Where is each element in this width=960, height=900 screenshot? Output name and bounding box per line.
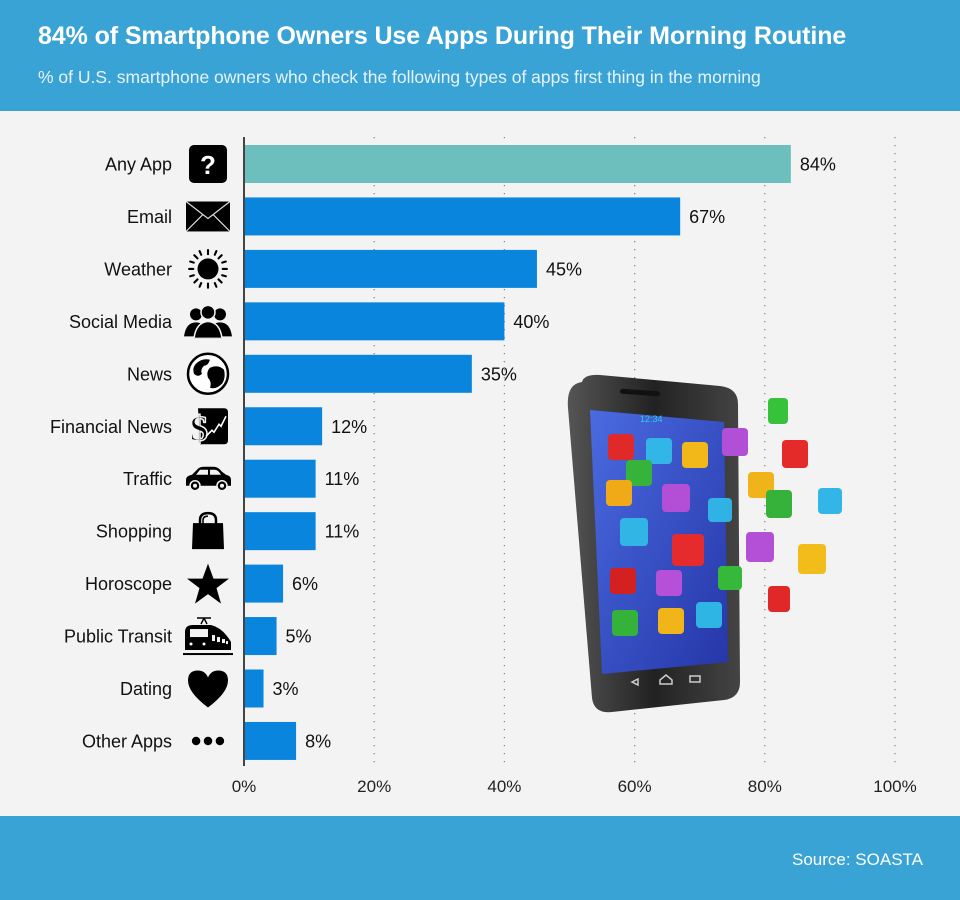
phone-body: 12:34 xyxy=(567,374,740,713)
category-label: Email xyxy=(127,207,172,227)
globe-icon xyxy=(186,352,230,396)
category-label: Weather xyxy=(104,259,172,279)
value-label: 3% xyxy=(273,679,299,699)
value-label: 11% xyxy=(325,522,360,542)
value-label: 35% xyxy=(481,364,517,384)
category-label: Other Apps xyxy=(82,731,172,751)
x-axis-ticks: 0% 20% 40% 60% 80% 100% xyxy=(232,777,917,796)
category-icons xyxy=(183,145,233,746)
envelope-icon xyxy=(186,201,230,232)
category-label: News xyxy=(127,364,172,384)
dollar-chart-icon xyxy=(189,407,229,449)
x-tick-label: 40% xyxy=(487,777,521,796)
car-icon xyxy=(185,465,232,492)
ellipsis-icon xyxy=(191,736,225,746)
header-banner: 84% of Smartphone Owners Use Apps During… xyxy=(0,0,960,111)
x-tick-label: 100% xyxy=(873,777,916,796)
value-label: 11% xyxy=(325,469,360,489)
value-label: 40% xyxy=(513,312,549,332)
value-label: 6% xyxy=(292,574,318,594)
bar-social-media xyxy=(244,302,505,341)
x-tick-label: 20% xyxy=(357,777,391,796)
question-icon xyxy=(189,145,227,183)
value-label: 84% xyxy=(800,155,836,175)
bar-public-transit xyxy=(244,617,277,656)
category-label: Public Transit xyxy=(64,627,172,647)
heart-icon xyxy=(188,670,228,708)
category-label: Dating xyxy=(120,679,172,699)
bar-weather xyxy=(244,249,537,288)
chart-title: 84% of Smartphone Owners Use Apps During… xyxy=(38,22,847,50)
category-label: Traffic xyxy=(123,469,172,489)
bar-shopping xyxy=(244,512,316,551)
star-icon xyxy=(187,563,229,604)
chart-subtitle: % of U.S. smartphone owners who check th… xyxy=(38,67,761,87)
bar-horoscope xyxy=(244,564,284,603)
bar-dating xyxy=(244,669,264,708)
smartphone-illustration: 12:34 xyxy=(567,374,842,713)
value-label: 12% xyxy=(331,417,367,437)
category-label: Any App xyxy=(105,155,172,175)
people-icon xyxy=(184,304,232,339)
category-label: Financial News xyxy=(50,417,172,437)
category-labels: Any App Email Weather Social Media News Finan… xyxy=(50,155,173,752)
bar-traffic xyxy=(244,459,316,498)
category-label: Social Media xyxy=(69,312,173,332)
bar-financial-news xyxy=(244,407,323,446)
bar-email xyxy=(244,197,681,236)
train-icon xyxy=(183,617,233,656)
value-label: 45% xyxy=(546,259,582,279)
x-tick-label: 80% xyxy=(748,777,782,796)
value-label: 8% xyxy=(305,731,331,751)
phone-clock: 12:34 xyxy=(640,414,663,424)
x-tick-label: 0% xyxy=(232,777,257,796)
category-label: Shopping xyxy=(96,522,172,542)
shopping-bag-icon xyxy=(190,511,226,551)
bar-other-apps xyxy=(244,721,297,760)
value-label: 67% xyxy=(689,207,725,227)
bar-any-app xyxy=(244,145,791,183)
bar-news xyxy=(244,354,472,393)
category-label: Horoscope xyxy=(85,574,172,594)
sun-icon xyxy=(188,248,228,289)
value-label: 5% xyxy=(286,627,312,647)
source-credit: Source: SOASTA xyxy=(791,850,923,869)
footer-banner: Source: SOASTA xyxy=(0,816,960,900)
x-tick-label: 60% xyxy=(618,777,652,796)
